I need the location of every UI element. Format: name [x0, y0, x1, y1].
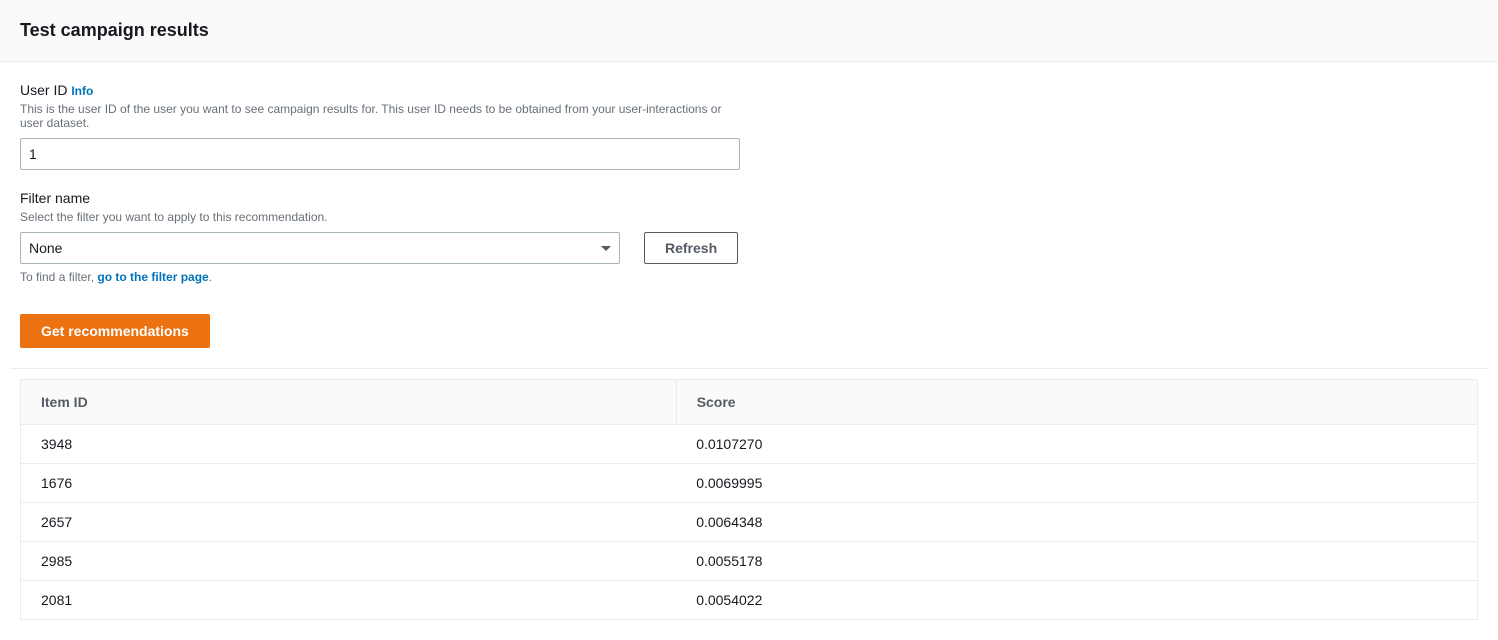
filter-hint-suffix: . [209, 270, 212, 284]
chevron-down-icon [601, 246, 611, 251]
refresh-button[interactable]: Refresh [644, 232, 738, 264]
page-header: Test campaign results [0, 0, 1498, 62]
cell-score: 0.0107270 [676, 425, 1477, 464]
cell-score: 0.0054022 [676, 581, 1477, 620]
filter-select-value: None [29, 240, 62, 256]
filter-group: Filter name Select the filter you want t… [20, 190, 740, 284]
user-id-description: This is the user ID of the user you want… [20, 102, 740, 130]
table-row: 16760.0069995 [21, 464, 1477, 503]
filter-label-row: Filter name [20, 190, 740, 206]
header-score: Score [676, 380, 1477, 425]
get-recommendations-button[interactable]: Get recommendations [20, 314, 210, 348]
cell-item-id: 2081 [21, 581, 676, 620]
filter-page-link[interactable]: go to the filter page [97, 270, 208, 284]
filter-select-wrapper: None [20, 232, 620, 264]
cell-score: 0.0055178 [676, 542, 1477, 581]
table-header-row: Item ID Score [21, 380, 1477, 425]
filter-controls-row: None Refresh [20, 232, 740, 264]
filter-hint-prefix: To find a filter, [20, 270, 97, 284]
table-row: 20810.0054022 [21, 581, 1477, 620]
cell-score: 0.0069995 [676, 464, 1477, 503]
table-row: 26570.0064348 [21, 503, 1477, 542]
user-id-info-link[interactable]: Info [71, 84, 93, 98]
filter-label: Filter name [20, 190, 90, 206]
results-table-container: Item ID Score 39480.010727016760.0069995… [20, 379, 1478, 620]
header-item-id: Item ID [21, 380, 676, 425]
section-divider [10, 368, 1488, 369]
main-content: User ID Info This is the user ID of the … [0, 62, 1498, 640]
page-title: Test campaign results [20, 20, 1478, 41]
cell-item-id: 2985 [21, 542, 676, 581]
cell-score: 0.0064348 [676, 503, 1477, 542]
user-id-label: User ID [20, 82, 67, 98]
table-row: 39480.0107270 [21, 425, 1477, 464]
results-table: Item ID Score 39480.010727016760.0069995… [21, 380, 1477, 619]
user-id-group: User ID Info This is the user ID of the … [20, 82, 740, 170]
filter-select[interactable]: None [20, 232, 620, 264]
filter-hint: To find a filter, go to the filter page. [20, 270, 740, 284]
cell-item-id: 3948 [21, 425, 676, 464]
user-id-input[interactable] [20, 138, 740, 170]
cell-item-id: 1676 [21, 464, 676, 503]
table-row: 29850.0055178 [21, 542, 1477, 581]
filter-description: Select the filter you want to apply to t… [20, 210, 740, 224]
user-id-label-row: User ID Info [20, 82, 740, 98]
cell-item-id: 2657 [21, 503, 676, 542]
